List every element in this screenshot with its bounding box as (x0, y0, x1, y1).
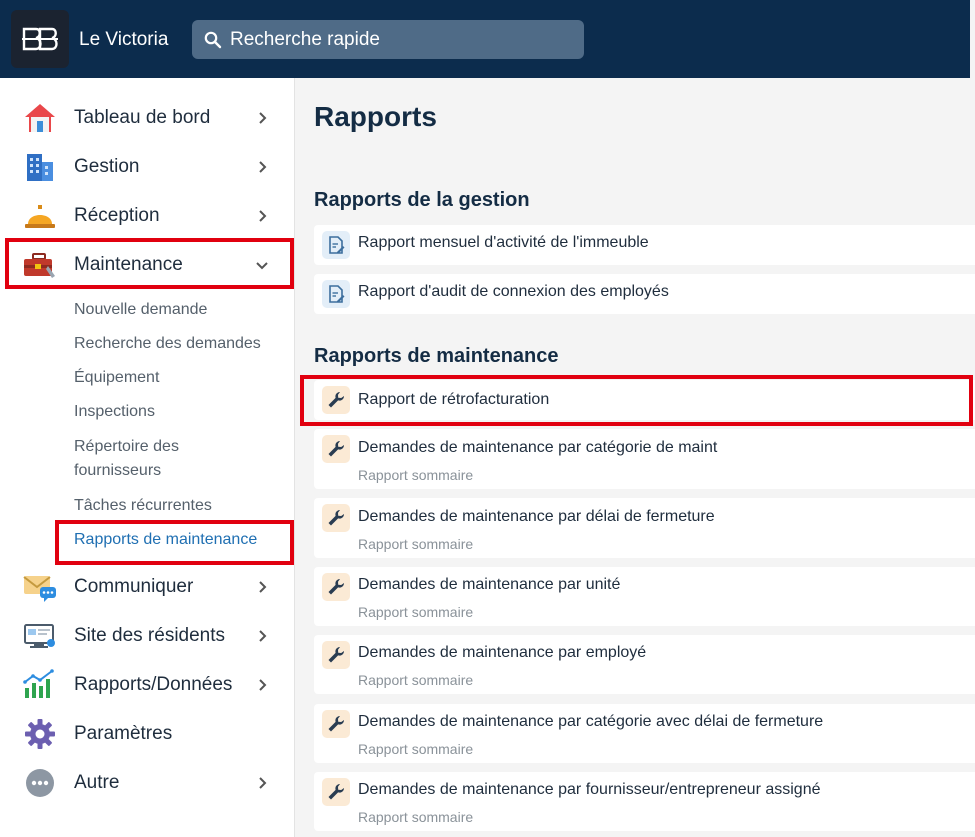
report-subtitle: Rapport sommaire (358, 672, 474, 688)
top-bar: Le Victoria (0, 0, 970, 78)
house-icon (22, 100, 58, 136)
sidebar-item-label: Communiquer (74, 576, 194, 597)
sidebar-item-gestion[interactable]: Gestion (0, 144, 295, 190)
sidebar: Tableau de bord Gestion Réception Mainte… (0, 78, 295, 837)
report-title: Demandes de maintenance par catégorie av… (358, 713, 824, 730)
chevron-right-icon (259, 777, 267, 789)
sub-item-repertoire-des-fournisseurs[interactable]: Répertoire des fournisseurs (74, 435, 214, 483)
report-title: Demandes de maintenance par fournisseur/… (358, 781, 821, 798)
report-title: Rapport mensuel d'activité de l'immeuble (358, 234, 649, 251)
sidebar-item-tableau-de-bord[interactable]: Tableau de bord (0, 95, 295, 141)
report-item[interactable]: Rapport d'audit de connexion des employé… (314, 274, 975, 314)
sub-item-nouvelle-demande[interactable]: Nouvelle demande (74, 298, 207, 322)
highlight-box-rapports-de-maintenance (55, 520, 294, 565)
report-subtitle: Rapport sommaire (358, 809, 474, 825)
sub-item-recherche-des-demandes[interactable]: Recherche des demandes (74, 332, 261, 356)
sidebar-item-label: Tableau de bord (74, 107, 211, 128)
chevron-right-icon (259, 210, 267, 222)
sidebar-item-label: Autre (74, 772, 120, 793)
document-edit-icon (322, 280, 350, 308)
report-title: Demandes de maintenance par employé (358, 644, 647, 661)
chevron-right-icon (259, 630, 267, 642)
report-item[interactable]: Demandes de maintenance par fournisseur/… (314, 772, 975, 831)
report-item[interactable]: Demandes de maintenance par unité Rappor… (314, 567, 975, 626)
app-name: Le Victoria (79, 29, 169, 50)
document-edit-icon (322, 231, 350, 259)
chevron-right-icon (259, 161, 267, 173)
wrench-icon (322, 504, 350, 532)
chevron-right-icon (259, 679, 267, 691)
logo-icon (22, 27, 58, 51)
service-bell-icon (22, 198, 58, 234)
wrench-icon (322, 435, 350, 463)
chevron-right-icon (259, 112, 267, 124)
report-subtitle: Rapport sommaire (358, 741, 474, 757)
report-title: Rapport d'audit de connexion des employé… (358, 283, 669, 300)
resident-portal-icon (22, 618, 58, 654)
sidebar-item-reception[interactable]: Réception (0, 193, 295, 239)
gear-icon (22, 716, 58, 752)
sidebar-item-label: Paramètres (74, 723, 173, 744)
page-title: Rapports (314, 101, 437, 132)
search-icon (204, 31, 222, 49)
mail-chat-icon (22, 569, 58, 605)
sidebar-item-label: Site des résidents (74, 625, 226, 646)
bar-chart-icon (22, 667, 58, 703)
building-icon (22, 149, 58, 185)
wrench-icon (322, 710, 350, 738)
app-logo[interactable] (11, 10, 69, 68)
report-item[interactable]: Demandes de maintenance par employé Rapp… (314, 635, 975, 694)
report-item[interactable]: Demandes de maintenance par délai de fer… (314, 498, 975, 558)
report-title: Demandes de maintenance par délai de fer… (358, 508, 715, 525)
chevron-right-icon (259, 581, 267, 593)
section-title-maintenance: Rapports de maintenance (314, 345, 559, 367)
highlight-box-maintenance (5, 238, 294, 289)
more-icon (22, 765, 58, 801)
main-content: Rapports Rapports de la gestion Rapport … (296, 78, 975, 837)
report-subtitle: Rapport sommaire (358, 467, 474, 483)
quick-search[interactable] (192, 20, 584, 59)
sub-item-inspections[interactable]: Inspections (74, 400, 155, 424)
sidebar-item-parametres[interactable]: Paramètres (0, 711, 295, 757)
sidebar-item-label: Réception (74, 205, 160, 226)
report-item[interactable]: Demandes de maintenance par catégorie av… (314, 704, 975, 763)
highlight-box-retrofacturation (300, 375, 973, 426)
report-title: Demandes de maintenance par unité (358, 576, 621, 593)
sidebar-item-communiquer[interactable]: Communiquer (0, 564, 295, 610)
section-title-gestion: Rapports de la gestion (314, 189, 530, 211)
sidebar-item-autre[interactable]: Autre (0, 760, 295, 806)
report-item[interactable]: Rapport mensuel d'activité de l'immeuble (314, 225, 975, 265)
sub-item-equipement[interactable]: Équipement (74, 366, 159, 390)
report-item[interactable]: Demandes de maintenance par catégorie de… (314, 429, 975, 489)
wrench-icon (322, 778, 350, 806)
report-subtitle: Rapport sommaire (358, 536, 474, 552)
wrench-icon (322, 641, 350, 669)
sub-item-taches-recurrentes[interactable]: Tâches récurrentes (74, 494, 212, 518)
sidebar-item-label: Gestion (74, 156, 140, 177)
sidebar-item-rapports-donnees[interactable]: Rapports/Données (0, 662, 295, 708)
sidebar-item-label: Rapports/Données (74, 674, 233, 695)
search-input[interactable] (230, 28, 570, 51)
report-subtitle: Rapport sommaire (358, 604, 474, 620)
report-title: Demandes de maintenance par catégorie de… (358, 439, 718, 456)
wrench-icon (322, 573, 350, 601)
sidebar-item-site-des-residents[interactable]: Site des résidents (0, 613, 295, 659)
